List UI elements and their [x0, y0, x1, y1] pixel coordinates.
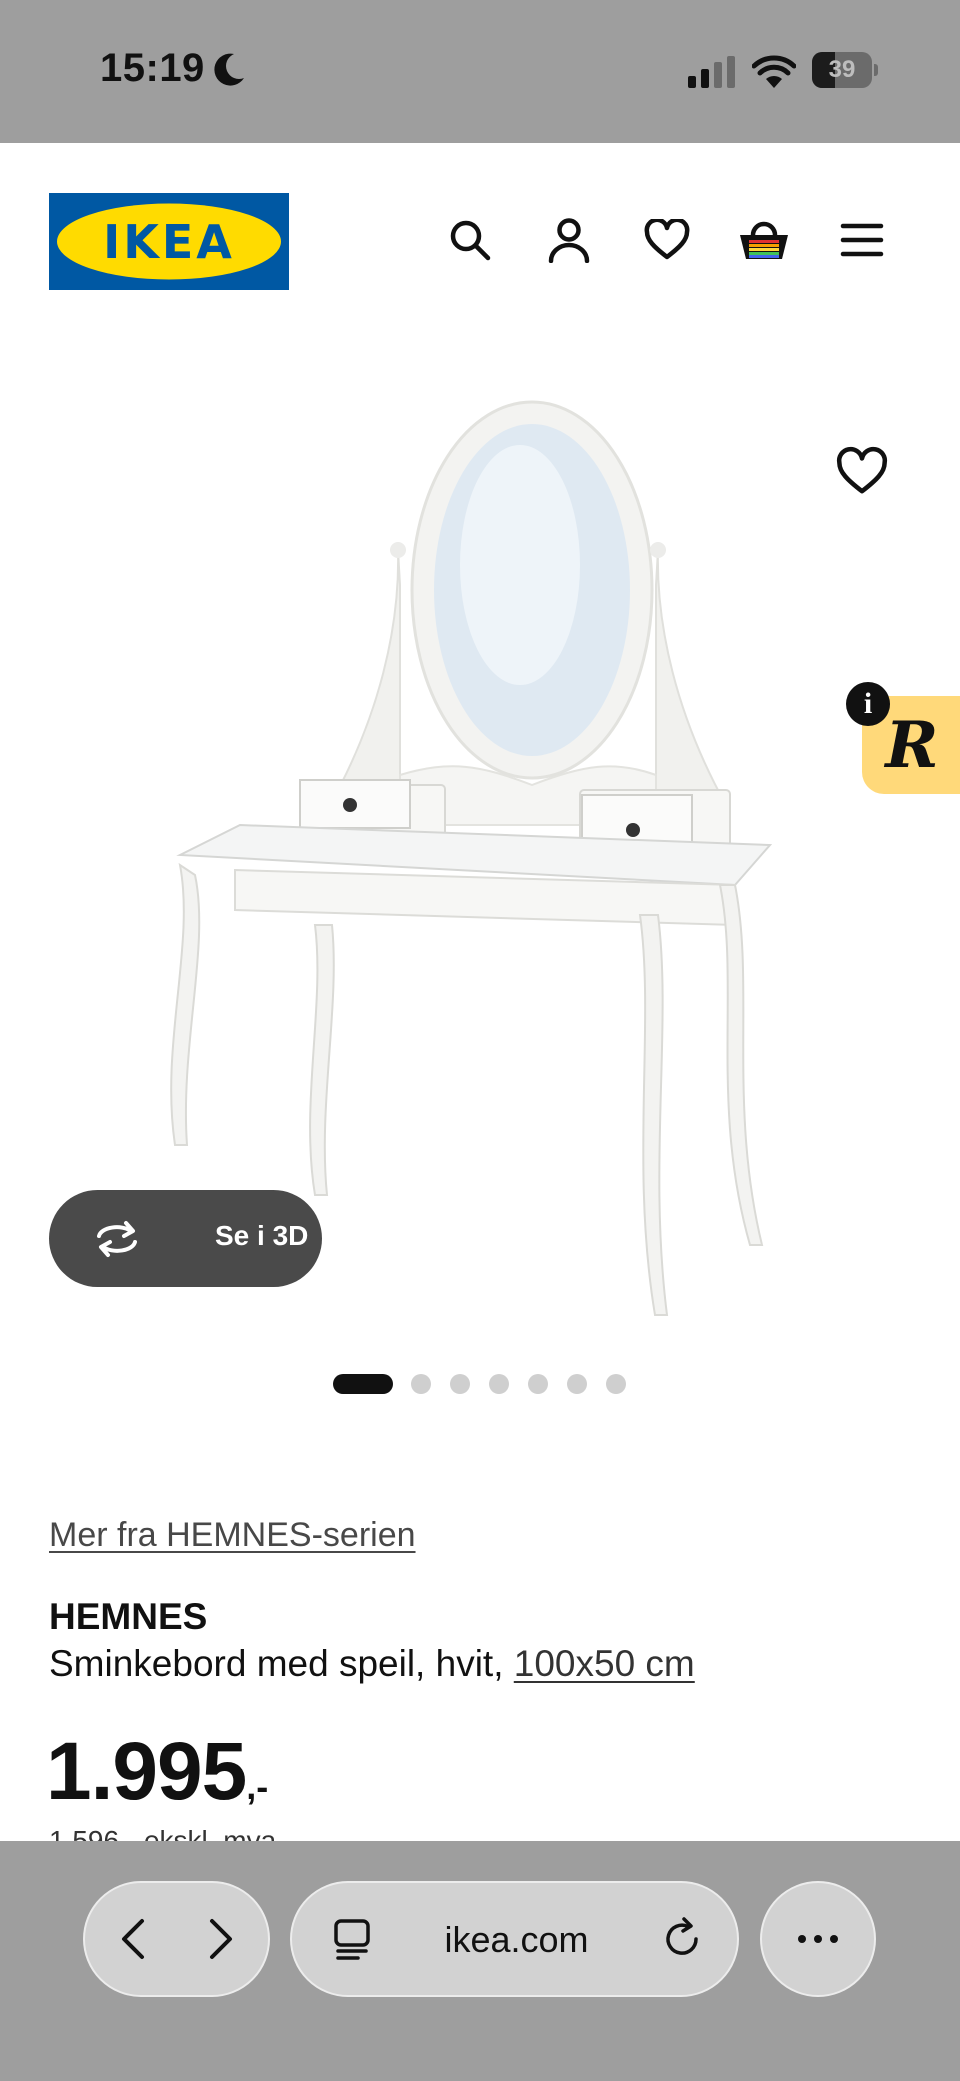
- info-icon[interactable]: i: [846, 682, 890, 726]
- status-time: 15:19: [100, 46, 205, 90]
- forward-icon[interactable]: [195, 1913, 247, 1965]
- reload-icon[interactable]: [658, 1915, 706, 1963]
- menu-icon[interactable]: [834, 212, 890, 268]
- cellular-signal-icon: [688, 56, 735, 88]
- rotate-3d-icon: [97, 1221, 137, 1257]
- ikea-logo[interactable]: IKEA: [49, 193, 289, 290]
- price-value: 1.995: [46, 1726, 247, 1817]
- pager-dot[interactable]: [528, 1374, 548, 1394]
- pager-dot[interactable]: [567, 1374, 587, 1394]
- heart-icon[interactable]: [639, 212, 695, 268]
- pager-dot[interactable]: [450, 1374, 470, 1394]
- pager-dot[interactable]: [606, 1374, 626, 1394]
- basket-icon[interactable]: [736, 212, 792, 268]
- pager-dot[interactable]: [489, 1374, 509, 1394]
- more-button[interactable]: [760, 1881, 876, 1997]
- product-description-text: Sminkebord med speil, hvit,: [49, 1643, 504, 1684]
- pager-dot[interactable]: [411, 1374, 431, 1394]
- price-suffix: ,-: [246, 1766, 269, 1807]
- moon-icon: [214, 53, 244, 86]
- pager-dot[interactable]: [333, 1374, 393, 1394]
- account-icon[interactable]: [541, 212, 597, 268]
- back-icon[interactable]: [107, 1913, 159, 1965]
- product-price: 1.995,-: [46, 1722, 268, 1837]
- more-icon: [798, 1935, 838, 1943]
- logo-text: IKEA: [103, 215, 235, 269]
- add-to-favourites-icon[interactable]: [836, 446, 888, 498]
- browser-toolbar: ikea.com: [0, 1841, 960, 2081]
- navigation-pill: [83, 1881, 270, 1997]
- product-size-link[interactable]: 100x50 cm: [514, 1643, 695, 1684]
- status-bar: 15:19 39: [0, 0, 960, 143]
- view-in-3d-button[interactable]: Se i 3D: [49, 1190, 322, 1287]
- wifi-icon: [752, 55, 796, 88]
- view-in-3d-label: Se i 3D: [215, 1220, 309, 1251]
- search-icon[interactable]: [442, 212, 498, 268]
- series-link[interactable]: Mer fra HEMNES-serien: [49, 1516, 416, 1555]
- address-bar[interactable]: ikea.com: [290, 1881, 739, 1997]
- battery-icon: 39: [812, 52, 878, 88]
- product-name: HEMNES: [49, 1596, 208, 1637]
- product-description: Sminkebord med speil, hvit, 100x50 cm: [49, 1643, 695, 1685]
- battery-level: 39: [828, 56, 856, 83]
